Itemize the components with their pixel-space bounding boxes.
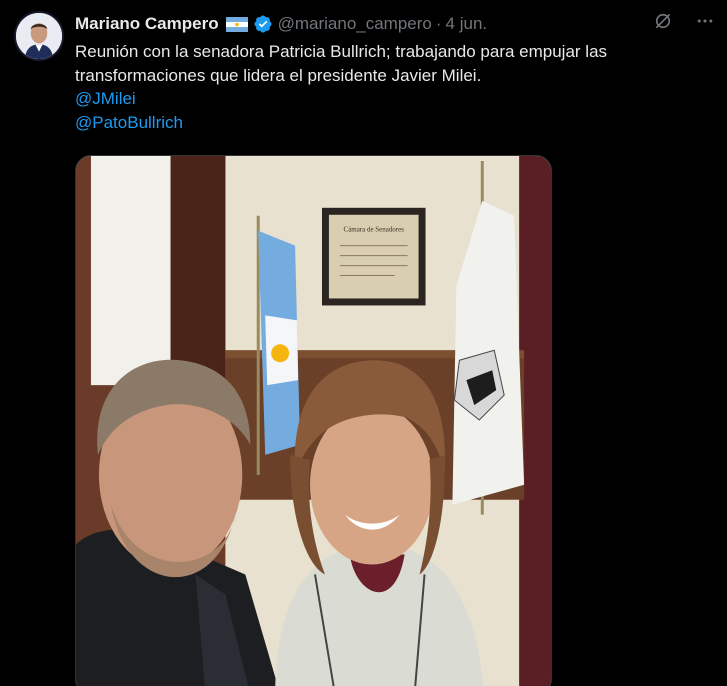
grok-icon[interactable] xyxy=(653,11,673,31)
separator-dot: · xyxy=(435,14,442,33)
avatar[interactable] xyxy=(14,11,64,61)
tweet-text: Reunión con la senadora Patricia Bullric… xyxy=(75,42,608,85)
argentina-flag-icon xyxy=(225,16,248,32)
tweet-body: Reunión con la senadora Patricia Bullric… xyxy=(75,40,715,134)
certificate-title: Cámara de Senadores xyxy=(344,226,405,234)
header-actions xyxy=(653,11,715,31)
selfie-photo: Cámara de Senadores xyxy=(76,156,551,686)
tweet[interactable]: Mariano Campero @mariano_campero · 4 jun… xyxy=(0,0,727,686)
more-options-icon[interactable] xyxy=(695,11,715,31)
mention-jmilei[interactable]: @JMilei xyxy=(75,87,715,111)
avatar-photo xyxy=(16,13,62,59)
author-handle[interactable]: @mariano_campero xyxy=(278,14,432,34)
verified-badge-icon[interactable] xyxy=(253,14,273,34)
tweet-header: Mariano Campero @mariano_campero · 4 jun… xyxy=(75,11,715,37)
mention-patobullrich[interactable]: @PatoBullrich xyxy=(75,111,715,135)
author-name[interactable]: Mariano Campero xyxy=(75,14,219,34)
tweet-photo[interactable]: Cámara de Senadores xyxy=(75,155,552,686)
post-date[interactable]: 4 jun. xyxy=(446,14,488,34)
